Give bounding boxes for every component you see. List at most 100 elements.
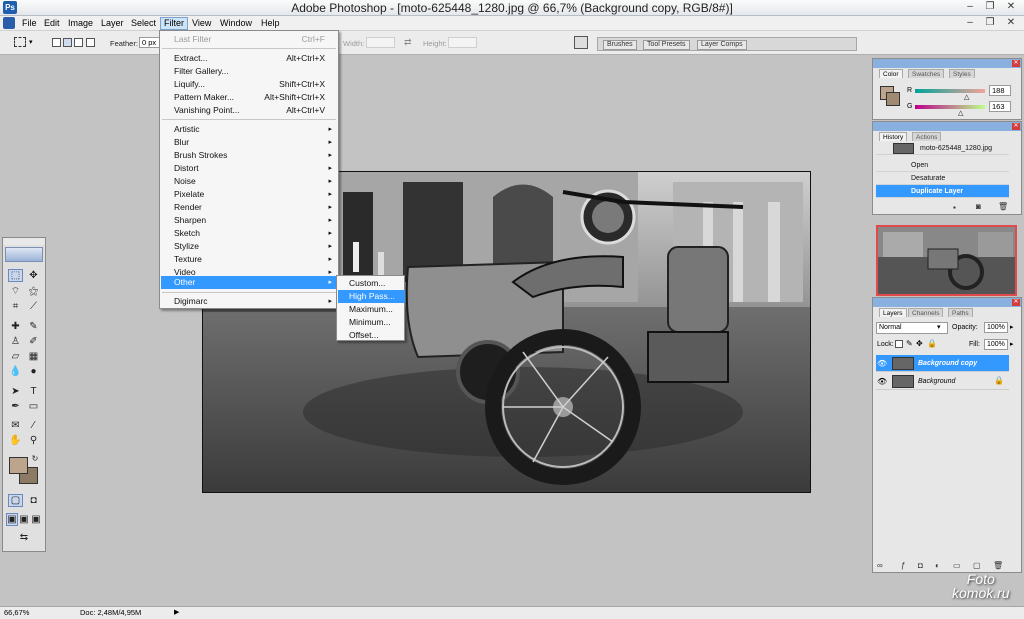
menu-item-sketch[interactable]: Sketch ▸ (161, 227, 337, 240)
rect-marquee-tool-icon[interactable]: ⬚ (8, 269, 23, 282)
menu-item-high-pass[interactable]: High Pass... (338, 290, 405, 303)
menu-filter[interactable]: Filter (160, 17, 188, 30)
width-input[interactable] (366, 37, 395, 48)
lock-image-icon[interactable]: ✎ (906, 339, 913, 348)
blend-dropdown-icon[interactable]: ▾ (937, 323, 941, 331)
panel-close-icon[interactable]: ✕ (1012, 299, 1020, 306)
menu-item-other[interactable]: Other ▸ (161, 276, 337, 289)
healing-brush-icon[interactable]: ✚ (8, 320, 23, 333)
menu-view[interactable]: View (189, 17, 214, 30)
menu-help[interactable]: Help (258, 17, 283, 30)
well-tab-brushes[interactable]: Brushes (603, 40, 637, 50)
menu-image[interactable]: Image (65, 17, 96, 30)
menu-item-maximum[interactable]: Maximum... (338, 303, 405, 316)
well-tab-tool-presets[interactable]: Tool Presets (643, 40, 690, 50)
layer-mask-icon[interactable]: ◘ (918, 561, 923, 570)
history-brush-icon[interactable]: ✐ (26, 335, 41, 348)
tab-paths[interactable]: Paths (948, 308, 973, 317)
tab-layers[interactable]: Layers (879, 308, 907, 317)
lasso-tool-icon[interactable]: ⌔ (8, 285, 23, 298)
intersect-selection-icon[interactable] (86, 38, 95, 47)
g-slider-handle-icon[interactable]: △ (958, 109, 963, 117)
tool-preset-dropdown-icon[interactable]: ▾ (29, 38, 33, 46)
type-tool-icon[interactable]: T (26, 385, 41, 398)
shape-tool-icon[interactable]: ▭ (26, 400, 41, 413)
full-screen-icon[interactable]: ▣ (30, 513, 42, 526)
dodge-tool-icon[interactable]: ● (26, 365, 41, 378)
history-create-document-icon[interactable]: ▪ (953, 203, 956, 212)
menu-item-artistic[interactable]: Artistic ▸ (161, 123, 337, 136)
navigator-preview[interactable] (876, 225, 1017, 296)
panel-close-icon[interactable]: ✕ (1012, 123, 1020, 130)
menu-item-pixelate[interactable]: Pixelate ▸ (161, 188, 337, 201)
menu-item-brush-strokes[interactable]: Brush Strokes ▸ (161, 149, 337, 162)
tab-styles[interactable]: Styles (949, 69, 975, 78)
jump-to-imageready-icon[interactable]: ⇆ (8, 531, 40, 544)
history-step-duplicate-layer[interactable]: Duplicate Layer (876, 185, 1009, 198)
lock-position-icon[interactable]: ✥ (916, 339, 923, 348)
panel-titlebar[interactable] (873, 122, 1021, 131)
eraser-tool-icon[interactable]: ▱ (8, 350, 23, 363)
history-snapshot-icon[interactable]: ◙ (976, 202, 981, 211)
r-value-input[interactable]: 188 (989, 85, 1011, 96)
menu-item-custom[interactable]: Custom... (338, 277, 405, 290)
fill-input[interactable]: 100% (984, 339, 1008, 350)
blur-tool-icon[interactable]: 💧 (8, 365, 23, 378)
panel-titlebar[interactable] (873, 298, 1021, 307)
menu-item-noise[interactable]: Noise ▸ (161, 175, 337, 188)
g-slider[interactable] (915, 105, 985, 109)
layer-style-icon[interactable]: ƒ (901, 561, 905, 570)
move-tool-icon[interactable]: ✥ (26, 269, 41, 282)
swap-icon[interactable]: ⇄ (404, 37, 412, 48)
tab-channels[interactable]: Channels (908, 308, 944, 317)
crop-tool-icon[interactable]: ⌗ (8, 300, 23, 313)
menu-item-digimarc[interactable]: Digimarc ▸ (161, 295, 337, 308)
height-input[interactable] (448, 37, 477, 48)
toolbox-header[interactable] (3, 238, 45, 245)
zoom-tool-icon[interactable]: ⚲ (26, 434, 41, 447)
standard-mode-icon[interactable]: ▢ (8, 494, 23, 507)
tab-history[interactable]: History (879, 132, 908, 141)
history-step-open[interactable]: Open (876, 159, 1009, 172)
menu-edit[interactable]: Edit (41, 17, 63, 30)
menu-item-render[interactable]: Render ▸ (161, 201, 337, 214)
g-value-input[interactable]: 163 (989, 101, 1011, 112)
pen-tool-icon[interactable]: ✒ (8, 400, 23, 413)
maximize-icon[interactable]: ❐ (983, 2, 997, 13)
new-layer-icon[interactable]: ▢ (973, 561, 981, 570)
history-delete-icon[interactable]: 🗑 (998, 202, 1008, 211)
file-browser-icon[interactable] (574, 36, 588, 49)
tab-actions[interactable]: Actions (912, 132, 942, 141)
panel-close-icon[interactable]: ✕ (1012, 60, 1020, 67)
new-selection-icon[interactable] (52, 38, 61, 47)
menu-item-extract[interactable]: Extract... Alt+Ctrl+X (161, 52, 337, 65)
history-step-desaturate[interactable]: Desaturate (876, 172, 1009, 185)
subtract-selection-icon[interactable] (74, 38, 83, 47)
well-tab-layer-comps[interactable]: Layer Comps (697, 40, 747, 50)
link-layers-icon[interactable]: ∞ (877, 561, 883, 570)
menu-item-sharpen[interactable]: Sharpen ▸ (161, 214, 337, 227)
menu-item-filter-gallery[interactable]: Filter Gallery... (161, 65, 337, 78)
adjustment-layer-icon[interactable]: ◐ (935, 561, 940, 570)
zoom-level[interactable]: 66,67% (4, 607, 29, 619)
magic-wand-tool-icon[interactable]: ⚝ (26, 285, 41, 298)
hand-tool-icon[interactable]: ✋ (8, 434, 23, 447)
notes-tool-icon[interactable]: ✉ (8, 419, 23, 432)
clone-stamp-icon[interactable]: ♙ (8, 335, 23, 348)
delete-layer-icon[interactable]: 🗑 (993, 561, 1003, 570)
marquee-tool-icon[interactable] (14, 37, 26, 47)
slice-tool-icon[interactable]: ⟋ (26, 300, 41, 313)
swap-colors-icon[interactable]: ↻ (30, 454, 40, 463)
opacity-arrow-icon[interactable]: ▸ (1010, 323, 1014, 331)
menu-item-texture[interactable]: Texture ▸ (161, 253, 337, 266)
add-selection-icon[interactable] (63, 38, 72, 47)
doc-minimize-icon[interactable]: – (963, 18, 977, 29)
menu-select[interactable]: Select (128, 17, 159, 30)
menu-item-blur[interactable]: Blur ▸ (161, 136, 337, 149)
full-screen-menu-icon[interactable]: ▣ (18, 513, 30, 526)
tab-color[interactable]: Color (879, 69, 903, 78)
menu-item-stylize[interactable]: Stylize ▸ (161, 240, 337, 253)
r-slider[interactable] (915, 89, 985, 93)
foreground-color-swatch-top[interactable] (9, 457, 28, 474)
doc-restore-icon[interactable]: ❐ (983, 18, 997, 29)
